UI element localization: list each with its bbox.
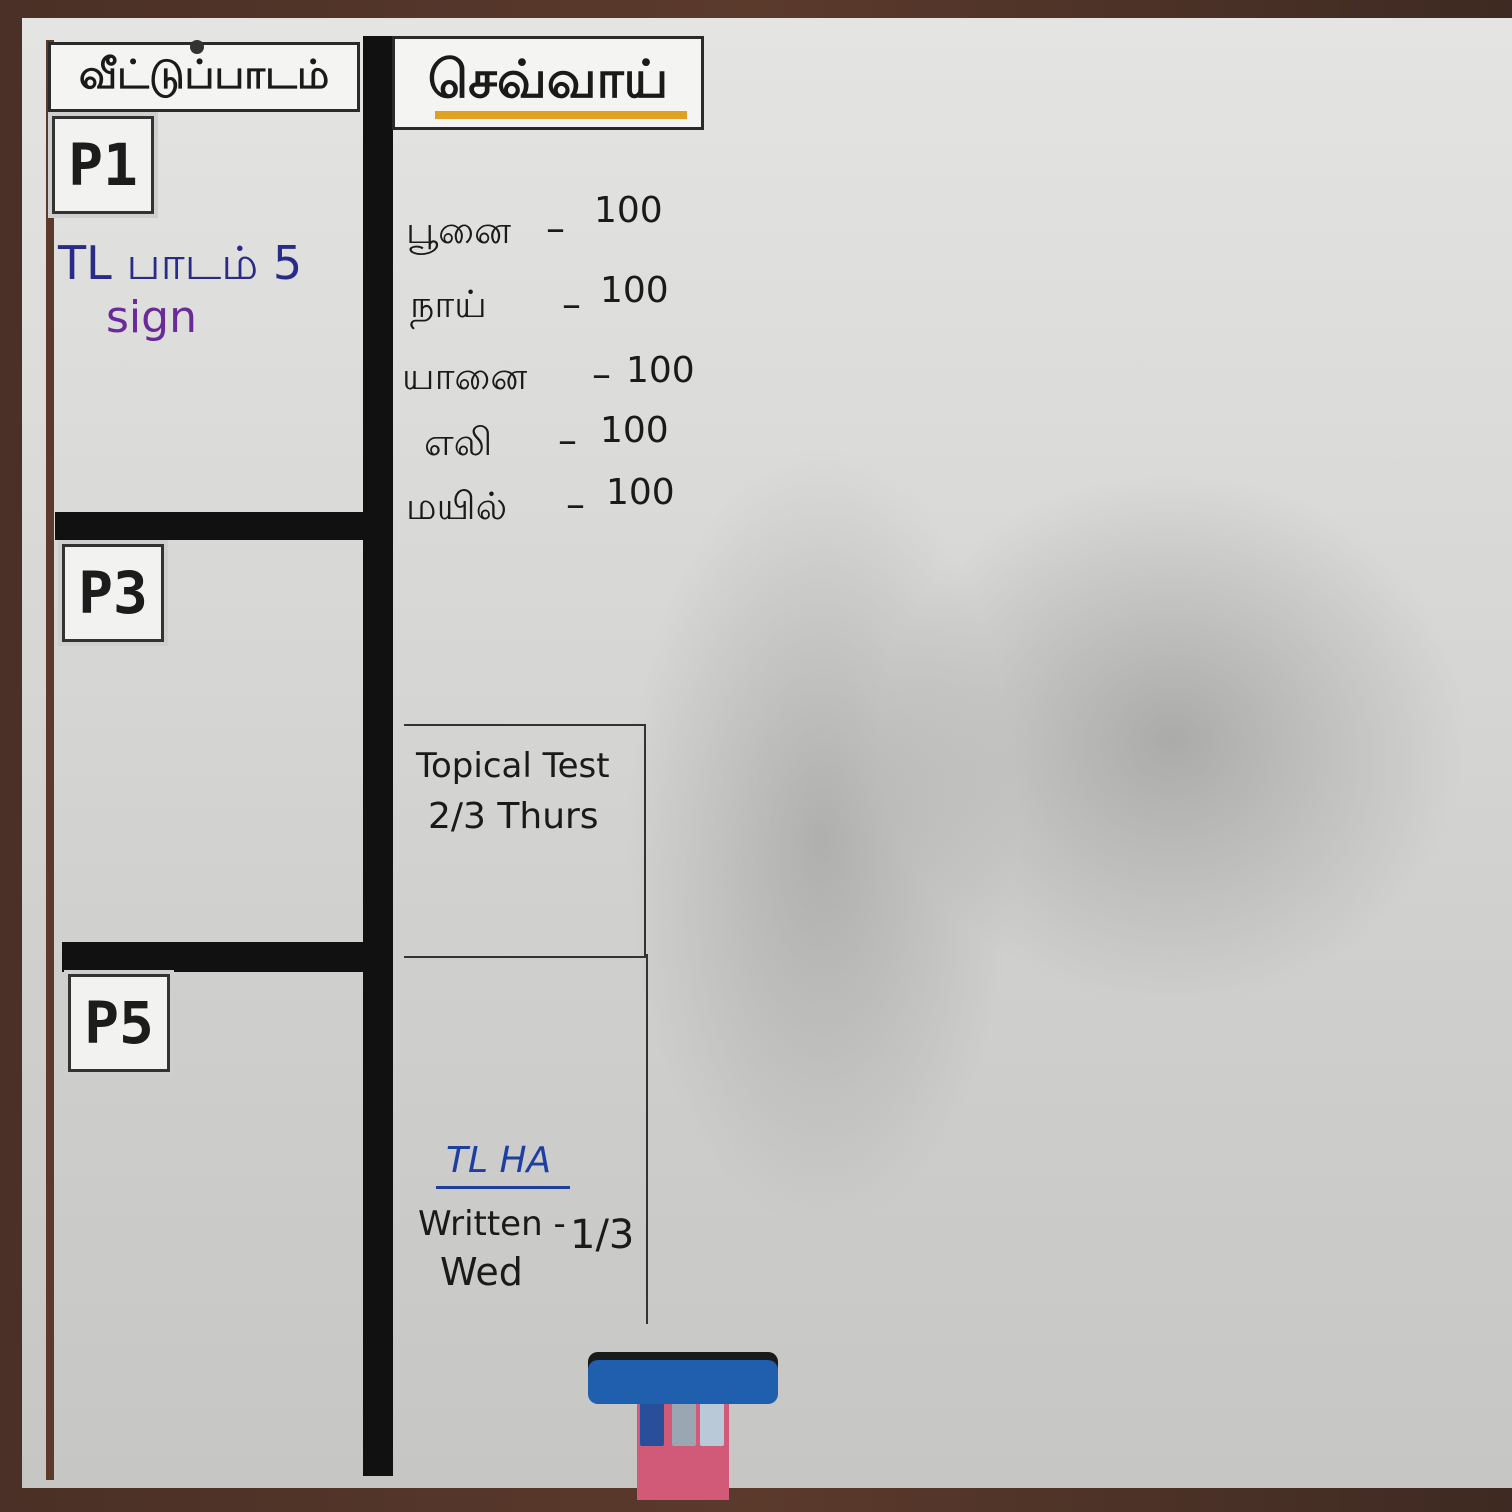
tl-ha-title: TL HA bbox=[446, 1140, 552, 1181]
tape-horizontal-p1-p3 bbox=[55, 512, 385, 540]
list-item-word: எலி bbox=[424, 420, 493, 464]
tl-ha-line2: Wed bbox=[440, 1250, 523, 1294]
tape-vertical-divider bbox=[363, 36, 393, 1476]
list-item-dash: – bbox=[592, 352, 611, 396]
homework-header-card: வீட்டுப்பாடம் bbox=[48, 42, 360, 112]
list-item-value: 100 bbox=[606, 472, 675, 513]
list-item-value: 100 bbox=[600, 270, 669, 311]
whiteboard-eraser[interactable] bbox=[588, 1352, 778, 1404]
list-item-word: பூனை bbox=[406, 208, 511, 252]
tape-left-border bbox=[46, 40, 54, 1480]
section-card-p1: P1 bbox=[48, 112, 158, 218]
list-item-dash: – bbox=[566, 482, 585, 526]
homework-header-label: வீட்டுப்பாடம் bbox=[78, 51, 330, 98]
p1-note-line1: TL பாடம் 5 bbox=[58, 236, 303, 290]
day-header-label: செவ்வாய் bbox=[427, 49, 669, 110]
list-item-dash: – bbox=[546, 206, 565, 250]
list-item-value: 100 bbox=[594, 190, 663, 231]
tape-horizontal-p3-p5 bbox=[62, 942, 392, 972]
list-item-word: யானை bbox=[402, 354, 528, 398]
lower-box-right-line bbox=[646, 954, 648, 1324]
list-item-dash: – bbox=[558, 418, 577, 462]
section-label-p3: P3 bbox=[78, 559, 148, 627]
section-card-p5: P5 bbox=[64, 970, 174, 1076]
topical-test-line2: 2/3 Thurs bbox=[428, 796, 599, 837]
day-header-underline bbox=[435, 111, 687, 119]
section-card-p3: P3 bbox=[58, 540, 168, 646]
section-label-p1: P1 bbox=[68, 131, 138, 199]
list-item-dash: – bbox=[562, 282, 581, 326]
list-item-word: நாய் bbox=[410, 282, 487, 326]
push-pin bbox=[190, 40, 204, 54]
list-item-word: மயில் bbox=[406, 484, 508, 528]
tl-ha-line1: Written - bbox=[418, 1204, 566, 1244]
topical-test-line1: Topical Test bbox=[416, 746, 610, 786]
section-label-p5: P5 bbox=[84, 989, 154, 1057]
list-item-value: 100 bbox=[626, 350, 695, 391]
tl-ha-underline bbox=[436, 1186, 570, 1189]
day-header-card: செவ்வாய் bbox=[392, 36, 704, 130]
tl-ha-date: 1/3 bbox=[570, 1212, 635, 1258]
list-item-value: 100 bbox=[600, 410, 669, 451]
p1-note-line2: sign bbox=[106, 292, 197, 343]
